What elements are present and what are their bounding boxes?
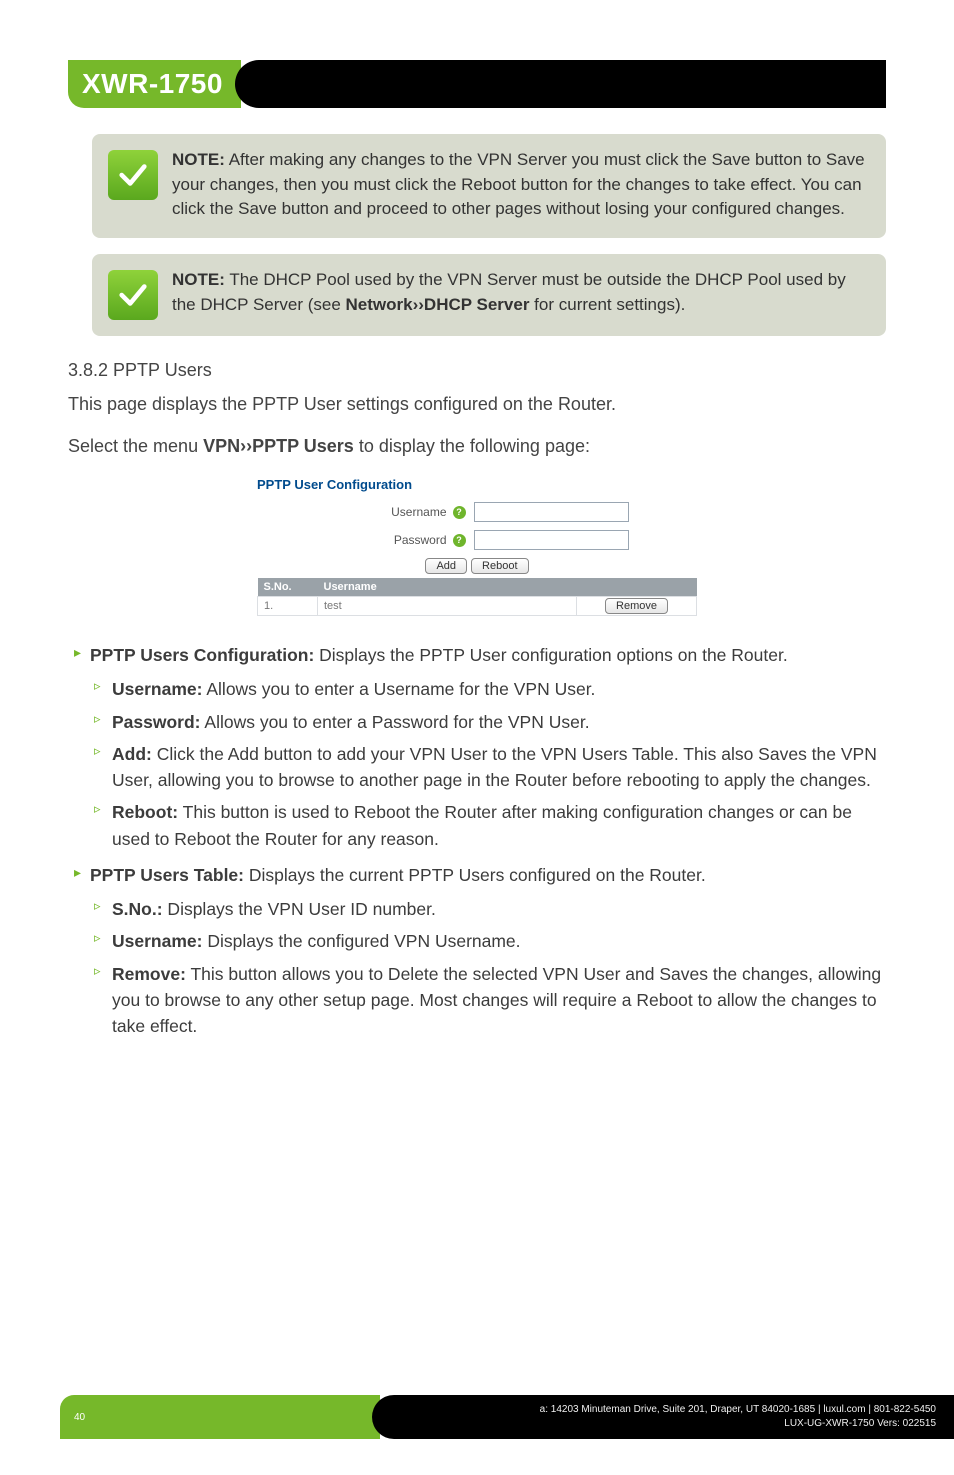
list-item: Remove: This button allows you to Delete… (90, 961, 886, 1040)
section-heading: 3.8.2 PPTP Users (68, 360, 886, 381)
note-text: NOTE: The DHCP Pool used by the VPN Serv… (172, 268, 866, 320)
item-label: Username: (112, 931, 202, 951)
add-button[interactable]: Add (425, 558, 467, 574)
page-footer: 40 a: 14203 Minuteman Drive, Suite 201, … (0, 1395, 954, 1439)
list-item: S.No.: Displays the VPN User ID number. (90, 896, 886, 922)
item-label: PPTP Users Configuration: (90, 645, 314, 665)
password-label-text: Password (394, 533, 447, 547)
col-action (577, 578, 697, 597)
page-header: XWR-1750 (68, 60, 886, 108)
intro2-bold: VPN››PPTP Users (203, 436, 354, 456)
username-input[interactable] (474, 502, 629, 522)
remove-button[interactable]: Remove (605, 598, 668, 614)
item-label: Remove: (112, 964, 186, 984)
item-text: Displays the PPTP User configuration opt… (314, 645, 787, 665)
footer-info: a: 14203 Minuteman Drive, Suite 201, Dra… (372, 1395, 954, 1439)
note-label: NOTE: (172, 150, 225, 169)
item-text: Click the Add button to add your VPN Use… (112, 744, 877, 790)
item-label: Username: (112, 679, 202, 699)
footer-address: a: 14203 Minuteman Drive, Suite 201, Dra… (540, 1403, 936, 1417)
item-text: Displays the VPN User ID number. (163, 899, 436, 919)
pptp-users-table: S.No. Username 1. test Remove (257, 578, 697, 616)
section-intro2: Select the menu VPN››PPTP Users to displ… (68, 433, 886, 459)
note-body: After making any changes to the VPN Serv… (172, 150, 865, 218)
footer-docid: LUX-UG-XWR-1750 Vers: 022515 (784, 1417, 936, 1431)
item-label: Reboot: (112, 802, 178, 822)
username-label-text: Username (391, 505, 446, 519)
cell-user: test (318, 597, 577, 616)
note-box-2: NOTE: The DHCP Pool used by the VPN Serv… (92, 254, 886, 336)
item-label: S.No.: (112, 899, 163, 919)
pptp-panel-title: PPTP User Configuration (257, 477, 697, 492)
password-label: Password ? (326, 533, 466, 547)
item-text: Allows you to enter a Password for the V… (201, 712, 590, 732)
note-body-post: for current settings). (529, 295, 685, 314)
item-text: Allows you to enter a Username for the V… (202, 679, 595, 699)
reboot-button[interactable]: Reboot (471, 558, 528, 574)
note-body-bold: Network››DHCP Server (346, 295, 530, 314)
list-item: PPTP Users Configuration: Displays the P… (68, 642, 886, 852)
cell-index: 1. (258, 597, 318, 616)
help-icon[interactable]: ? (453, 506, 466, 519)
section-intro: This page displays the PPTP User setting… (68, 391, 886, 417)
help-icon[interactable]: ? (453, 534, 466, 547)
item-label: Password: (112, 712, 201, 732)
list-item: PPTP Users Table: Displays the current P… (68, 862, 886, 1040)
item-text: Displays the current PPTP Users configur… (244, 865, 706, 885)
list-item: Password: Allows you to enter a Password… (90, 709, 886, 735)
intro2-post: to display the following page: (354, 436, 590, 456)
username-label: Username ? (326, 505, 466, 519)
header-blackbar (235, 60, 886, 108)
list-item: Add: Click the Add button to add your VP… (90, 741, 886, 794)
intro2-pre: Select the menu (68, 436, 203, 456)
check-icon (108, 270, 158, 320)
password-input[interactable] (474, 530, 629, 550)
table-row: 1. test Remove (258, 597, 697, 616)
item-text: Displays the configured VPN Username. (202, 931, 520, 951)
list-item: Reboot: This button is used to Reboot th… (90, 799, 886, 852)
note-label: NOTE: (172, 270, 225, 289)
col-username: Username (318, 578, 577, 597)
list-item: Username: Allows you to enter a Username… (90, 676, 886, 702)
page-number: 40 (60, 1395, 380, 1439)
note-box-1: NOTE: After making any changes to the VP… (92, 134, 886, 238)
note-text: NOTE: After making any changes to the VP… (172, 148, 866, 222)
item-label: Add: (112, 744, 152, 764)
product-title: XWR-1750 (68, 60, 241, 108)
item-label: PPTP Users Table: (90, 865, 244, 885)
check-icon (108, 150, 158, 200)
item-text: This button is used to Reboot the Router… (112, 802, 852, 848)
item-text: This button allows you to Delete the sel… (112, 964, 881, 1037)
col-sno: S.No. (258, 578, 318, 597)
router-ui-figure: PPTP User Configuration Username ? Passw… (68, 477, 886, 616)
list-item: Username: Displays the configured VPN Us… (90, 928, 886, 954)
